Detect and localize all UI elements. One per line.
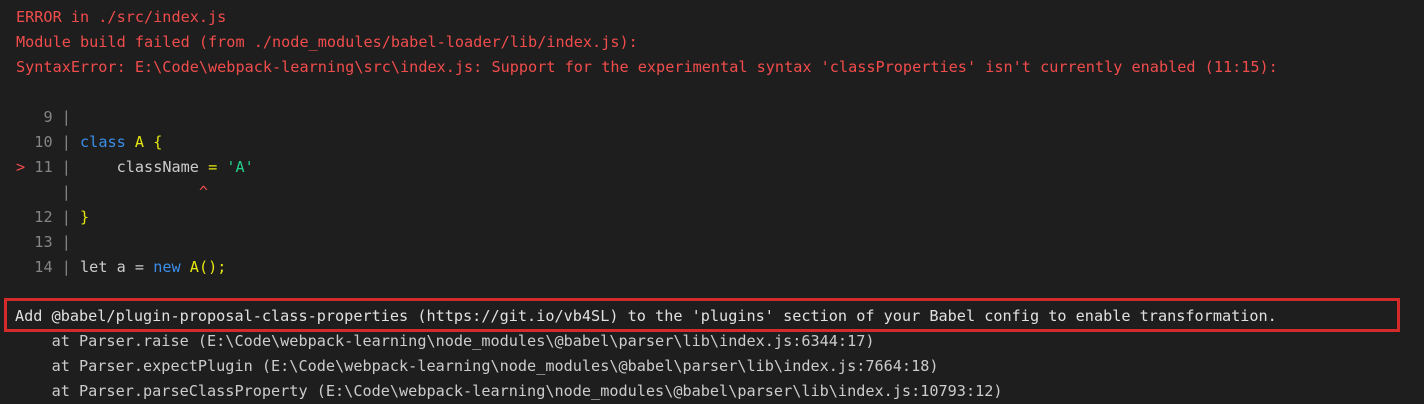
error-caret: ^ xyxy=(198,183,209,201)
code-line-13: 13 | xyxy=(34,233,71,251)
module-build-failed: Module build failed (from ./node_modules… xyxy=(16,33,638,51)
line-number: 12 xyxy=(34,208,53,226)
code-line-11: > 11 | className = 'A' xyxy=(16,158,254,176)
error-marker-icon: > xyxy=(16,158,26,176)
open-brace: { xyxy=(153,133,163,151)
class-name: A xyxy=(134,133,145,151)
syntax-error-message: SyntaxError: E:\Code\webpack-learning\sr… xyxy=(16,58,1278,76)
let-statement: let a = xyxy=(80,258,145,276)
code-line-14: 14 | let a = new A(); xyxy=(34,258,227,276)
stack-trace-line: at Parser.expectPlugin (E:\Code\webpack-… xyxy=(15,357,939,375)
code-line-9: 9 | xyxy=(43,108,71,126)
terminal-output: ERROR in ./src/index.js Module build fai… xyxy=(0,0,1424,404)
line-number: 14 xyxy=(34,258,53,276)
keyword-new: new xyxy=(153,258,181,276)
constructor-name: A xyxy=(189,258,199,276)
line-number: 11 xyxy=(34,158,53,176)
keyword-class: class xyxy=(80,133,126,151)
equals-sign: = xyxy=(208,158,218,176)
code-caret-line: | ^ xyxy=(16,183,209,201)
code-line-10: 10 | class A { xyxy=(34,133,163,151)
code-line-12: 12 | } xyxy=(34,208,90,226)
close-brace: } xyxy=(80,208,90,226)
line-number: 10 xyxy=(34,133,53,151)
line-number: 13 xyxy=(34,233,53,251)
stack-trace-line: at Parser.parseClassProperty (E:\Code\we… xyxy=(15,382,1003,400)
error-header: ERROR in ./src/index.js xyxy=(16,8,227,26)
string-literal: 'A' xyxy=(226,158,254,176)
line-number: 9 xyxy=(43,108,53,126)
stack-trace-line: at Parser.raise (E:\Code\webpack-learnin… xyxy=(15,332,875,350)
babel-advice-message: Add @babel/plugin-proposal-class-propert… xyxy=(15,307,1277,325)
call-parens: (); xyxy=(198,258,227,276)
property-name: className xyxy=(116,158,199,176)
